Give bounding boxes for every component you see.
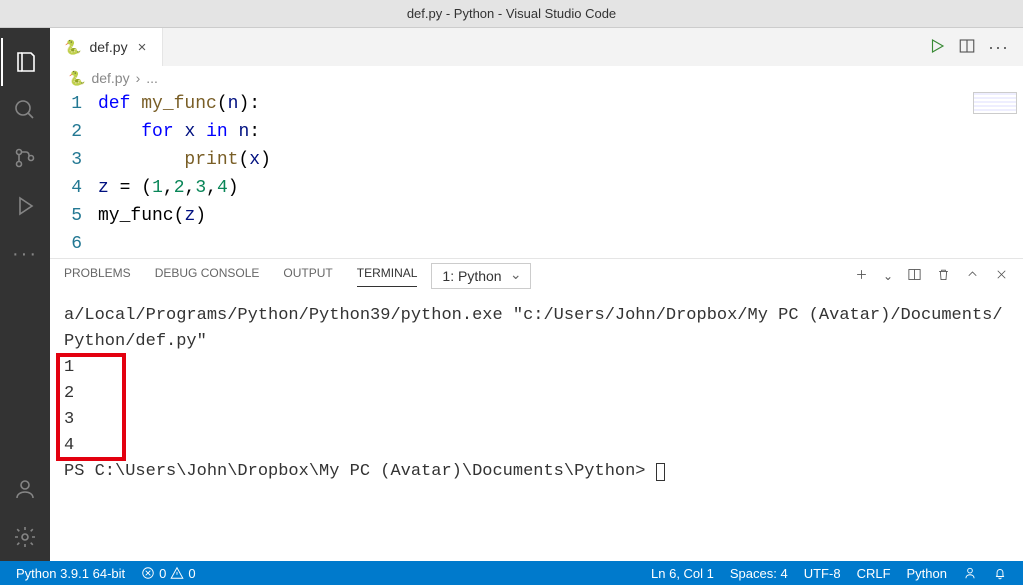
status-encoding[interactable]: UTF-8	[796, 566, 849, 581]
maximize-panel-icon[interactable]	[965, 267, 980, 285]
line-number: 1	[58, 90, 82, 118]
editor-region: 🐍 def.py × ··· 🐍 def.py › ...	[50, 28, 1023, 561]
tab-bar: 🐍 def.py × ···	[50, 28, 1023, 66]
tab-terminal[interactable]: TERMINAL	[357, 266, 418, 287]
line-number: 3	[58, 146, 82, 174]
minimap[interactable]	[973, 92, 1017, 114]
code-content[interactable]: def my_func(n): for x in n: print(x) z =…	[98, 90, 1023, 258]
close-panel-icon[interactable]	[994, 267, 1009, 285]
tab-debug-console[interactable]: DEBUG CONSOLE	[155, 266, 260, 286]
code-line[interactable]: def my_func(n):	[98, 90, 1023, 118]
code-line[interactable]	[98, 230, 1023, 258]
window-title: def.py - Python - Visual Studio Code	[407, 6, 616, 21]
terminal-output[interactable]: a/Local/Programs/Python/Python39/python.…	[50, 293, 1023, 561]
terminal-prompt: PS C:\Users\John\Dropbox\My PC (Avatar)\…	[64, 462, 656, 481]
breadcrumb-file: def.py	[91, 70, 129, 86]
tab-label: def.py	[89, 39, 127, 55]
breadcrumb-more: ...	[146, 70, 158, 86]
breadcrumb-separator: ›	[136, 70, 141, 86]
terminal-cursor	[656, 463, 665, 481]
status-warnings-count: 0	[188, 566, 195, 581]
line-number: 6	[58, 230, 82, 258]
tab-problems[interactable]: PROBLEMS	[64, 266, 131, 286]
python-file-icon: 🐍	[64, 39, 81, 56]
settings-gear-icon[interactable]	[1, 513, 49, 561]
main-area: ··· 🐍 def.py × ···	[0, 28, 1023, 561]
search-icon[interactable]	[1, 86, 49, 134]
split-editor-icon[interactable]	[958, 37, 976, 58]
code-line[interactable]: my_func(z)	[98, 202, 1023, 230]
terminal-output-line: 4	[64, 436, 74, 455]
terminal-output-line: 2	[64, 384, 74, 403]
status-indentation[interactable]: Spaces: 4	[722, 566, 796, 581]
terminal-selector-value: 1: Python	[442, 268, 501, 284]
bottom-panel: PROBLEMS DEBUG CONSOLE OUTPUT TERMINAL 1…	[50, 258, 1023, 561]
more-icon[interactable]: ···	[1, 230, 49, 278]
terminal-command-line: a/Local/Programs/Python/Python39/python.…	[64, 306, 1003, 351]
editor-more-icon[interactable]: ···	[988, 37, 1009, 58]
status-problems[interactable]: 0 0	[133, 566, 203, 581]
status-cursor-position[interactable]: Ln 6, Col 1	[643, 566, 722, 581]
status-bar: Python 3.9.1 64-bit 0 0 Ln 6, Col 1 Spac…	[0, 561, 1023, 585]
window-titlebar: def.py - Python - Visual Studio Code	[0, 0, 1023, 28]
status-python-version[interactable]: Python 3.9.1 64-bit	[8, 566, 133, 581]
warning-icon	[170, 566, 184, 580]
terminal-actions: ⌄	[854, 267, 1009, 285]
terminal-output-line: 3	[64, 410, 74, 429]
activity-bar: ···	[0, 28, 50, 561]
status-notifications-icon[interactable]	[985, 566, 1015, 580]
terminal-selector-dropdown[interactable]: 1: Python	[431, 263, 530, 289]
run-debug-icon[interactable]	[1, 182, 49, 230]
explorer-icon[interactable]	[1, 38, 49, 86]
tab-output[interactable]: OUTPUT	[283, 266, 332, 286]
status-errors-count: 0	[159, 566, 166, 581]
panel-tab-bar: PROBLEMS DEBUG CONSOLE OUTPUT TERMINAL 1…	[50, 259, 1023, 293]
accounts-icon[interactable]	[1, 465, 49, 513]
line-number-gutter: 1 2 3 4 5 6	[58, 90, 98, 258]
code-line[interactable]: for x in n:	[98, 118, 1023, 146]
run-file-icon[interactable]	[928, 37, 946, 58]
split-terminal-icon[interactable]	[907, 267, 922, 285]
status-language-mode[interactable]: Python	[899, 566, 955, 581]
terminal-output-line: 1	[64, 358, 74, 377]
code-line[interactable]: z = (1,2,3,4)	[98, 174, 1023, 202]
breadcrumb[interactable]: 🐍 def.py › ...	[50, 66, 1023, 90]
status-eol[interactable]: CRLF	[849, 566, 899, 581]
status-feedback-icon[interactable]	[955, 566, 985, 580]
line-number: 4	[58, 174, 82, 202]
line-number: 2	[58, 118, 82, 146]
source-control-icon[interactable]	[1, 134, 49, 182]
terminal-dropdown-caret-icon[interactable]: ⌄	[883, 269, 893, 283]
python-file-icon: 🐍	[68, 70, 85, 87]
close-tab-icon[interactable]: ×	[136, 39, 149, 56]
line-number: 5	[58, 202, 82, 230]
editor-actions: ···	[928, 37, 1023, 58]
code-editor[interactable]: 1 2 3 4 5 6 def my_func(n): for x in n: …	[50, 90, 1023, 258]
code-line[interactable]: print(x)	[98, 146, 1023, 174]
tab-defpy[interactable]: 🐍 def.py ×	[50, 28, 163, 66]
kill-terminal-icon[interactable]	[936, 267, 951, 285]
error-icon	[141, 566, 155, 580]
new-terminal-icon[interactable]	[854, 267, 869, 285]
